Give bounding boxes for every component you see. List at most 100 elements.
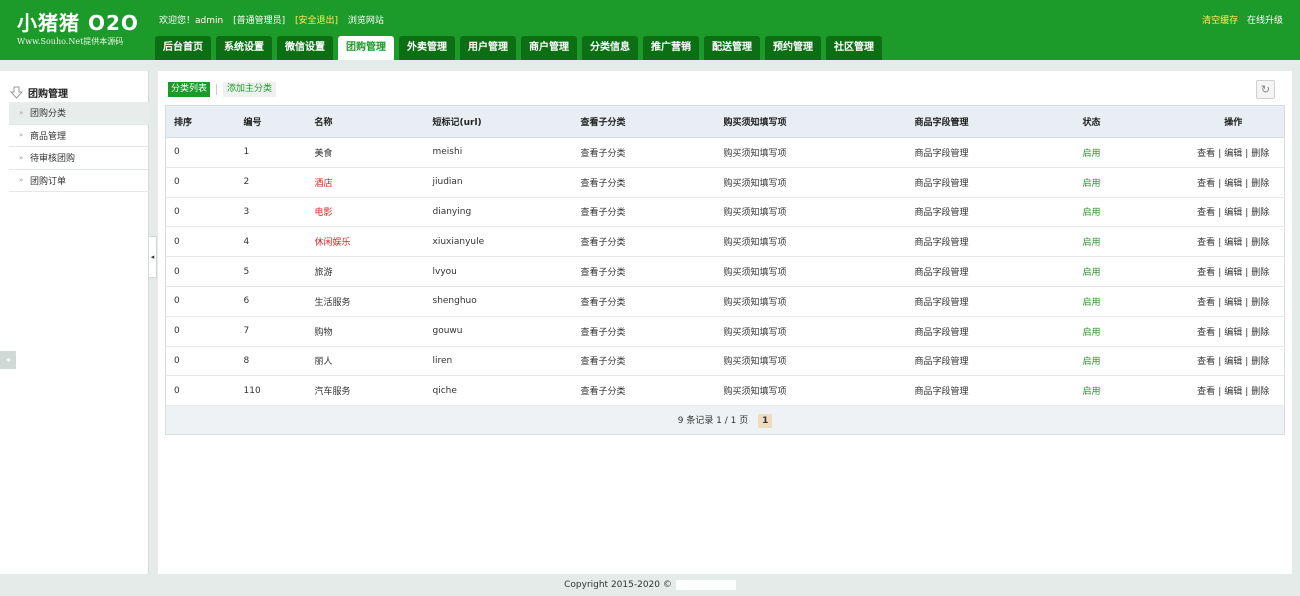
status-badge[interactable]: 启用 (1074, 226, 1143, 258)
view-subcategory-link[interactable]: 查看子分类 (572, 375, 716, 407)
sidebar-item-1[interactable]: » 商品管理 (9, 125, 149, 147)
status-badge[interactable]: 启用 (1074, 286, 1143, 317)
purchase-notice-link[interactable]: 购买须知填写项 (715, 197, 907, 228)
tab-4[interactable]: 外卖管理 (399, 36, 455, 60)
sidebar-item-2[interactable]: » 待审核团购 (9, 147, 149, 170)
edit-link[interactable]: 编辑 (1224, 387, 1242, 397)
view-link[interactable]: 查看 (1197, 208, 1215, 218)
view-link[interactable]: 查看 (1197, 357, 1215, 367)
delete-link[interactable]: 删除 (1251, 357, 1269, 367)
edit-link[interactable]: 编辑 (1224, 268, 1242, 278)
field-manage-link[interactable]: 商品字段管理 (906, 256, 1075, 287)
cell-actions: 查看 | 编辑 | 删除 (1142, 286, 1285, 317)
view-link[interactable]: 查看 (1197, 149, 1215, 159)
field-manage-link[interactable]: 商品字段管理 (906, 316, 1075, 347)
edit-link[interactable]: 编辑 (1224, 328, 1242, 338)
field-manage-link[interactable]: 商品字段管理 (906, 197, 1075, 228)
field-manage-link[interactable]: 商品字段管理 (906, 346, 1075, 377)
logo[interactable]: 小猪猪 O2O Www.Souho.Net提供本源码 (17, 10, 139, 47)
clear-cache-link[interactable]: 清空缓存 (1202, 16, 1238, 26)
logout-link[interactable]: [安全退出] (295, 16, 338, 26)
left-edge-tab[interactable]: ◂ (0, 351, 16, 369)
tab-3[interactable]: 团购管理 (338, 36, 394, 60)
delete-link[interactable]: 删除 (1251, 179, 1269, 189)
view-link[interactable]: 查看 (1197, 268, 1215, 278)
purchase-notice-link[interactable]: 购买须知填写项 (715, 286, 907, 317)
tab-2[interactable]: 微信设置 (277, 36, 333, 60)
tab-8[interactable]: 推广营销 (643, 36, 699, 60)
status-badge[interactable]: 启用 (1074, 256, 1143, 287)
cell-id: 110 (235, 375, 307, 407)
browse-site-link[interactable]: 浏览网站 (348, 16, 384, 26)
edit-link[interactable]: 编辑 (1224, 298, 1242, 308)
delete-link[interactable]: 删除 (1251, 328, 1269, 338)
view-subcategory-link[interactable]: 查看子分类 (572, 197, 716, 228)
purchase-notice-link[interactable]: 购买须知填写项 (715, 167, 907, 198)
tab-10[interactable]: 预约管理 (765, 36, 821, 60)
view-subcategory-link[interactable]: 查看子分类 (572, 167, 716, 198)
sidebar-item-label: 团购订单 (30, 176, 67, 187)
cell-name: 电影 (306, 197, 425, 228)
view-subcategory-link[interactable]: 查看子分类 (572, 256, 716, 287)
field-manage-link[interactable]: 商品字段管理 (906, 375, 1075, 407)
purchase-notice-link[interactable]: 购买须知填写项 (715, 256, 907, 287)
cell-actions: 查看 | 编辑 | 删除 (1142, 316, 1285, 347)
edit-link[interactable]: 编辑 (1224, 238, 1242, 248)
status-badge[interactable]: 启用 (1074, 316, 1143, 347)
sidebar-collapse-handle[interactable]: ◂ (149, 236, 157, 278)
purchase-notice-link[interactable]: 购买须知填写项 (715, 226, 907, 258)
view-link[interactable]: 查看 (1197, 238, 1215, 248)
tab-7[interactable]: 分类信息 (582, 36, 638, 60)
view-subcategory-link[interactable]: 查看子分类 (572, 316, 716, 347)
purchase-notice-link[interactable]: 购买须知填写项 (715, 137, 907, 168)
status-badge[interactable]: 启用 (1074, 346, 1143, 377)
status-badge[interactable]: 启用 (1074, 137, 1143, 168)
delete-link[interactable]: 删除 (1251, 208, 1269, 218)
tab-1[interactable]: 系统设置 (216, 36, 272, 60)
field-manage-link[interactable]: 商品字段管理 (906, 167, 1075, 198)
edit-link[interactable]: 编辑 (1224, 149, 1242, 159)
view-subcategory-link[interactable]: 查看子分类 (572, 286, 716, 317)
delete-link[interactable]: 删除 (1251, 238, 1269, 248)
table-header-row: 排序 编号 名称 短标记(url) 查看子分类 购买须知填写项 商品字段管理 状态 操作 (165, 105, 1285, 138)
edit-link[interactable]: 编辑 (1224, 357, 1242, 367)
field-manage-link[interactable]: 商品字段管理 (906, 226, 1075, 258)
tab-9[interactable]: 配送管理 (704, 36, 760, 60)
view-subcategory-link[interactable]: 查看子分类 (572, 226, 716, 258)
refresh-icon[interactable]: ↻ (1256, 80, 1275, 99)
sidebar-item-0[interactable]: » 团购分类 (9, 102, 149, 125)
status-badge[interactable]: 启用 (1074, 197, 1143, 228)
field-manage-link[interactable]: 商品字段管理 (906, 286, 1075, 317)
tab-6[interactable]: 商户管理 (521, 36, 577, 60)
field-manage-link[interactable]: 商品字段管理 (906, 137, 1075, 168)
upgrade-link[interactable]: 在线升级 (1247, 16, 1283, 26)
status-badge[interactable]: 启用 (1074, 167, 1143, 198)
add-main-category-button[interactable]: 添加主分类 (223, 82, 277, 97)
status-badge[interactable]: 启用 (1074, 375, 1143, 407)
view-link[interactable]: 查看 (1197, 328, 1215, 338)
header: 小猪猪 O2O Www.Souho.Net提供本源码 欢迎您！admin [普通… (0, 0, 1300, 60)
edit-link[interactable]: 编辑 (1224, 208, 1242, 218)
tab-5[interactable]: 用户管理 (460, 36, 516, 60)
delete-link[interactable]: 删除 (1251, 149, 1269, 159)
view-subcategory-link[interactable]: 查看子分类 (572, 137, 716, 168)
view-link[interactable]: 查看 (1197, 179, 1215, 189)
tab-11[interactable]: 社区管理 (826, 36, 882, 60)
delete-link[interactable]: 删除 (1251, 268, 1269, 278)
delete-link[interactable]: 删除 (1251, 298, 1269, 308)
purchase-notice-link[interactable]: 购买须知填写项 (715, 346, 907, 377)
pager-page-current[interactable]: 1 (758, 413, 773, 428)
cell-id: 7 (235, 316, 307, 347)
view-subcategory-link[interactable]: 查看子分类 (572, 346, 716, 377)
view-link[interactable]: 查看 (1197, 387, 1215, 397)
purchase-notice-link[interactable]: 购买须知填写项 (715, 375, 907, 407)
delete-link[interactable]: 删除 (1251, 387, 1269, 397)
view-link[interactable]: 查看 (1197, 298, 1215, 308)
sidebar-item-3[interactable]: » 团购订单 (9, 170, 149, 192)
edit-link[interactable]: 编辑 (1224, 179, 1242, 189)
sidebar-title-label: 团购管理 (28, 88, 68, 100)
purchase-notice-link[interactable]: 购买须知填写项 (715, 316, 907, 347)
tab-0[interactable]: 后台首页 (155, 36, 211, 60)
category-list-button[interactable]: 分类列表 (168, 82, 211, 97)
cell-actions: 查看 | 编辑 | 删除 (1142, 346, 1285, 377)
